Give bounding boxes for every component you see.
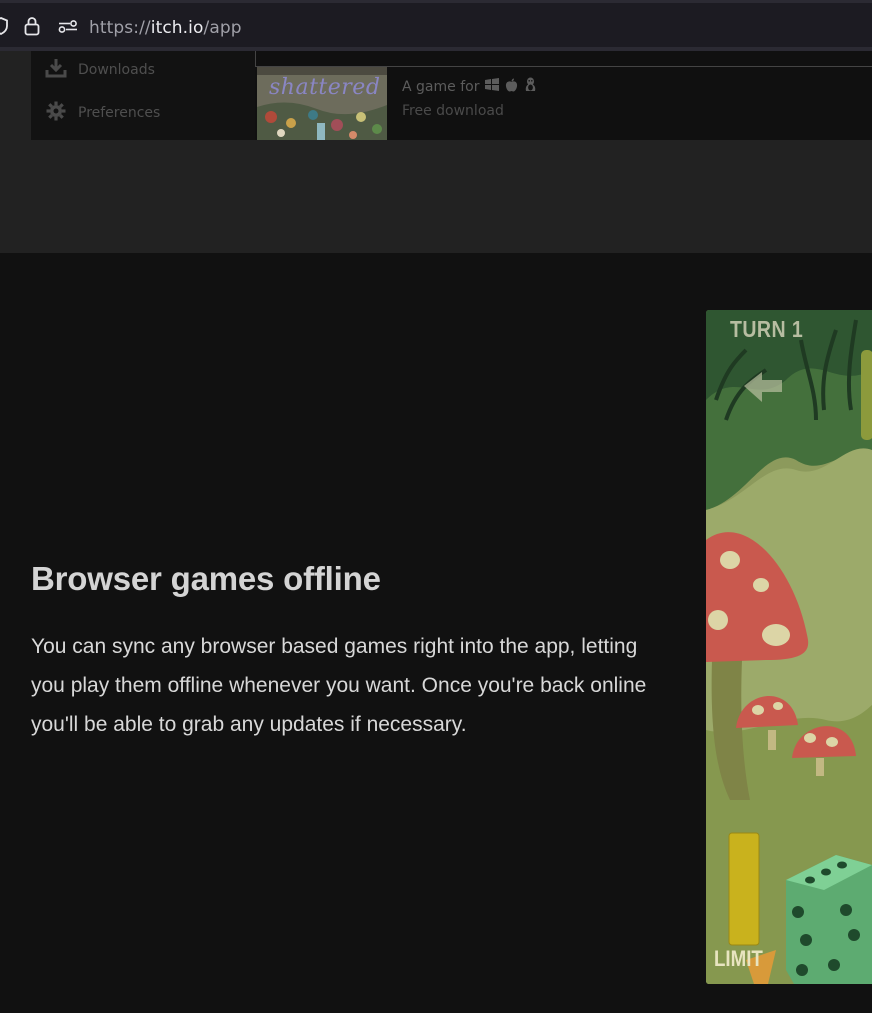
shield-icon[interactable]	[0, 17, 8, 39]
sidebar-item-downloads: Downloads	[45, 57, 155, 83]
sidebar-item-label: Downloads	[78, 62, 155, 78]
gear-icon	[45, 100, 67, 126]
app-preview-section: Downloads Preferences shattered A game f…	[0, 51, 872, 253]
app-main-panel: shattered A game for Free download	[255, 51, 872, 140]
panel-border	[255, 51, 256, 67]
sidebar-item-preferences: Preferences	[45, 100, 160, 126]
turn-label: TURN 1	[730, 316, 804, 342]
platform-label: A game for	[402, 78, 480, 95]
apple-icon	[505, 78, 518, 96]
platform-row: A game for	[402, 77, 537, 96]
app-screenshot: Downloads Preferences shattered A game f…	[31, 51, 872, 140]
game-info: A game for Free download	[402, 77, 537, 119]
feature-description: You can sync any browser based games rig…	[31, 635, 647, 736]
thumbnail-title: shattered	[269, 75, 381, 100]
app-sidebar: Downloads Preferences	[31, 51, 255, 140]
download-icon	[45, 57, 67, 83]
price-label: Free download	[402, 103, 504, 119]
lock-icon[interactable]	[24, 16, 40, 40]
url-scheme: https://	[89, 18, 151, 38]
game-scene-illustration	[706, 310, 872, 984]
sidebar-item-label: Preferences	[78, 105, 161, 121]
limit-label: LIMIT	[714, 946, 763, 971]
url-path: /app	[203, 18, 242, 38]
permissions-icon[interactable]	[58, 19, 78, 38]
feature-heading: Browser games offline	[31, 560, 381, 597]
linux-icon	[524, 77, 537, 96]
url-bar[interactable]: https://itch.io/app	[89, 18, 242, 38]
browser-toolbar: https://itch.io/app	[0, 0, 872, 47]
url-host: itch.io	[150, 18, 204, 38]
windows-icon	[485, 78, 500, 95]
game-thumbnail: shattered	[257, 67, 387, 140]
game-screenshot: TURN 1 LIMIT	[706, 310, 872, 984]
